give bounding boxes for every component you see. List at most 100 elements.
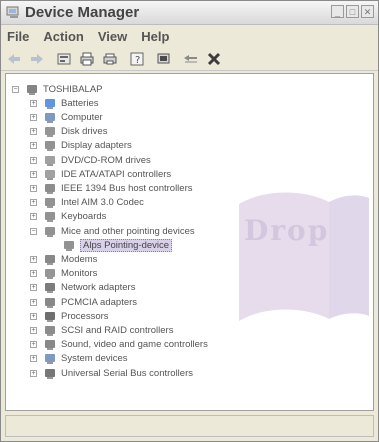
- printer-icon[interactable]: [101, 50, 119, 68]
- ide-icon: [45, 169, 55, 180]
- tree-item-label: IEEE 1394 Bus host controllers: [61, 182, 193, 194]
- device-manager-icon: [6, 6, 19, 18]
- device-manager-window: Device Manager _ □ ✕ File Action View He…: [0, 0, 379, 442]
- update-driver-icon[interactable]: [182, 50, 200, 68]
- expand-toggle[interactable]: +: [30, 142, 37, 150]
- tree-category-item[interactable]: + Network adapters: [30, 281, 135, 295]
- properties-icon[interactable]: [55, 50, 73, 68]
- tree-item-label: Keyboards: [61, 211, 107, 223]
- window-title: Device Manager: [25, 4, 140, 21]
- tree-item-label: Alps Pointing-device: [80, 238, 173, 252]
- computer-root-icon: [27, 84, 37, 95]
- expand-toggle[interactable]: +: [30, 341, 37, 349]
- expand-toggle[interactable]: +: [30, 213, 37, 221]
- ieee-icon: [45, 183, 55, 194]
- expand-toggle[interactable]: +: [30, 298, 37, 306]
- tree-category-item[interactable]: + Disk drives: [30, 125, 107, 139]
- menu-file[interactable]: File: [7, 29, 29, 44]
- tree-item-label: Mice and other pointing devices: [61, 225, 195, 237]
- collapse-root-toggle[interactable]: −: [12, 85, 19, 93]
- expand-toggle[interactable]: +: [30, 312, 37, 320]
- tree-item-label: Display adapters: [61, 140, 132, 152]
- tree-category-item[interactable]: + System devices: [30, 352, 128, 366]
- expand-toggle[interactable]: +: [30, 355, 37, 363]
- tree-category-item[interactable]: + PCMCIA adapters: [30, 295, 137, 309]
- expand-toggle[interactable]: +: [30, 199, 37, 207]
- expand-toggle[interactable]: −: [30, 227, 37, 235]
- tree-category-item[interactable]: + Keyboards: [30, 210, 106, 224]
- tree-item-label: SCSI and RAID controllers: [61, 324, 174, 336]
- expand-toggle[interactable]: +: [30, 170, 37, 178]
- tree-category-item[interactable]: + IDE ATA/ATAPI controllers: [30, 167, 171, 181]
- expand-toggle[interactable]: +: [30, 128, 37, 136]
- menu-action[interactable]: Action: [43, 29, 83, 44]
- modem-icon: [45, 254, 55, 265]
- tree-category-item[interactable]: + Modems: [30, 252, 97, 266]
- tree-item-label: Disk drives: [61, 126, 108, 138]
- expand-toggle[interactable]: +: [30, 369, 37, 377]
- mouse-icon: [64, 240, 74, 251]
- tree-category-item[interactable]: + DVD/CD-ROM drives: [30, 153, 151, 167]
- back-icon[interactable]: [5, 50, 23, 68]
- scsi-icon: [45, 325, 55, 336]
- expand-toggle[interactable]: +: [30, 284, 37, 292]
- uninstall-icon[interactable]: [205, 50, 223, 68]
- close-button[interactable]: ✕: [361, 5, 374, 18]
- computer-icon: [45, 112, 55, 123]
- display-adapter-icon: [45, 141, 55, 152]
- tree-category-item[interactable]: + Display adapters: [30, 139, 132, 153]
- expand-toggle[interactable]: +: [30, 156, 37, 164]
- expand-toggle[interactable]: +: [30, 113, 37, 121]
- status-bar: [5, 415, 374, 437]
- tree-item-label: Sound, video and game controllers: [61, 339, 208, 351]
- help-icon[interactable]: ?: [128, 50, 146, 68]
- tree-item-label: Intel AIM 3.0 Codec: [61, 197, 144, 209]
- tree-item-label: Universal Serial Bus controllers: [61, 367, 193, 379]
- watermark-book-graphic: [239, 192, 369, 321]
- tree-item-label: IDE ATA/ATAPI controllers: [61, 168, 172, 180]
- scan-hardware-icon[interactable]: [155, 50, 173, 68]
- maximize-button[interactable]: □: [346, 5, 359, 18]
- minimize-button[interactable]: _: [331, 5, 344, 18]
- codec-icon: [45, 198, 55, 209]
- keyboard-icon: [45, 212, 55, 223]
- tree-item-label: Processors: [61, 310, 109, 322]
- tree-root-label: TOSHIBALAP: [43, 83, 103, 95]
- tree-category-item[interactable]: + Monitors: [30, 267, 97, 281]
- menu-view[interactable]: View: [98, 29, 127, 44]
- tree-item-label: Network adapters: [61, 282, 136, 294]
- tree-device-item[interactable]: Alps Pointing-device: [62, 238, 173, 252]
- tree-root[interactable]: − TOSHIBALAP: [12, 82, 103, 96]
- tree-category-item[interactable]: + SCSI and RAID controllers: [30, 323, 173, 337]
- forward-icon[interactable]: [28, 50, 46, 68]
- disk-icon: [45, 127, 55, 138]
- tree-category-item[interactable]: + Batteries: [30, 96, 99, 110]
- title-bar[interactable]: Device Manager _ □ ✕: [1, 1, 378, 25]
- tree-item-label: Computer: [61, 111, 103, 123]
- tree-item-label: DVD/CD-ROM drives: [61, 154, 151, 166]
- tree-category-item[interactable]: + Processors: [30, 309, 109, 323]
- tree-category-item[interactable]: + Sound, video and game controllers: [30, 338, 208, 352]
- tree-category-item[interactable]: − Mice and other pointing devices: [30, 224, 195, 238]
- battery-icon: [45, 98, 55, 109]
- mouse-icon: [45, 226, 55, 237]
- tree-item-label: Modems: [61, 253, 98, 265]
- expand-toggle[interactable]: +: [30, 99, 37, 107]
- tree-category-item[interactable]: + Intel AIM 3.0 Codec: [30, 196, 144, 210]
- expand-toggle[interactable]: +: [30, 255, 37, 263]
- tree-category-item[interactable]: + Universal Serial Bus controllers: [30, 366, 193, 380]
- sound-icon: [45, 340, 55, 351]
- watermark-text: Drop: [244, 214, 330, 247]
- expand-toggle[interactable]: +: [30, 326, 37, 334]
- expand-toggle[interactable]: +: [30, 270, 37, 278]
- network-icon: [45, 283, 55, 294]
- pcmcia-icon: [45, 297, 55, 308]
- tree-category-item[interactable]: + IEEE 1394 Bus host controllers: [30, 181, 193, 195]
- tree-item-label: Monitors: [61, 268, 98, 280]
- menu-help[interactable]: Help: [141, 29, 169, 44]
- expand-toggle[interactable]: +: [30, 184, 37, 192]
- device-tree-pane[interactable]: Drop − TOSHIBALAP + Batteries + Computer + Disk…: [5, 73, 374, 411]
- tree-category-item[interactable]: + Computer: [30, 110, 103, 124]
- svg-text:?: ?: [135, 55, 140, 66]
- print-icon[interactable]: [78, 50, 96, 68]
